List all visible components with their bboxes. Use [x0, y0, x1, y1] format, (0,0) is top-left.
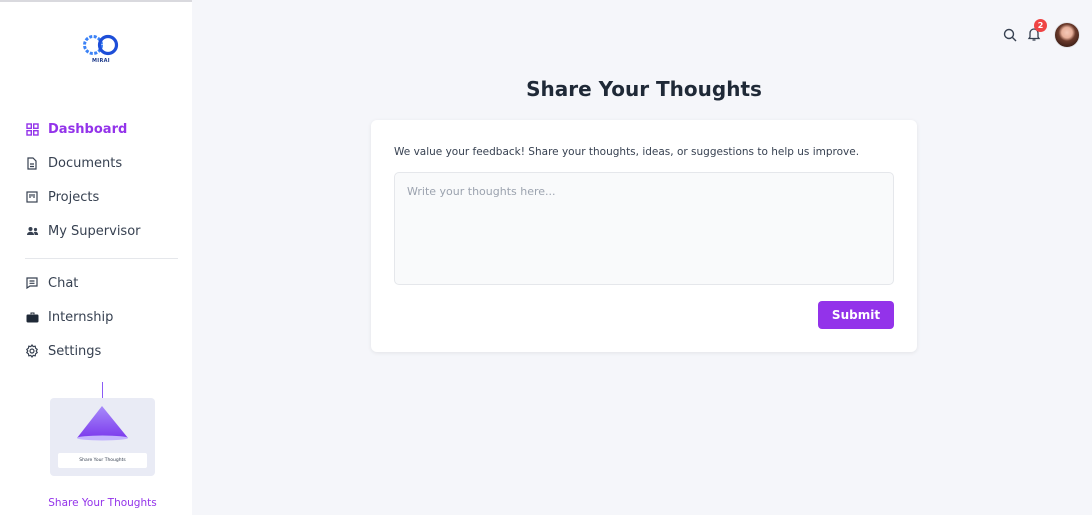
brand-logo[interactable]: MIRAI: [80, 34, 122, 66]
grid-icon: [25, 122, 39, 136]
document-icon: [25, 156, 39, 170]
sidebar-item-documents[interactable]: Documents: [0, 146, 192, 180]
sidebar-item-label: Projects: [48, 189, 100, 205]
sidebar-item-chat[interactable]: Chat: [0, 266, 192, 300]
app-root: MIRAI Dashboard Documents Projects My Su…: [0, 0, 1092, 515]
lamp-icon: [77, 406, 128, 441]
users-icon: [25, 224, 39, 238]
sidebar: MIRAI Dashboard Documents Projects My Su…: [0, 0, 192, 515]
sidebar-nav-secondary: Chat Internship Settings: [0, 266, 192, 368]
sidebar-item-projects[interactable]: Projects: [0, 180, 192, 214]
sidebar-item-label: Dashboard: [48, 121, 128, 137]
sidebar-item-my-supervisor[interactable]: My Supervisor: [0, 214, 192, 248]
logo-text: MIRAI: [92, 58, 110, 64]
chat-icon: [25, 276, 39, 290]
sidebar-item-dashboard[interactable]: Dashboard: [0, 112, 192, 146]
page-title: Share Your Thoughts: [526, 77, 762, 101]
thoughts-input[interactable]: [394, 172, 894, 285]
submit-button[interactable]: Submit: [818, 301, 894, 329]
share-thoughts-link[interactable]: Share Your Thoughts: [0, 497, 205, 509]
sidebar-divider: [25, 258, 178, 259]
sidebar-item-label: Internship: [48, 309, 114, 325]
promo-card[interactable]: Share Your Thoughts: [50, 398, 155, 476]
sidebar-nav-primary: Dashboard Documents Projects My Supervis…: [0, 112, 192, 248]
settings-icon: [25, 344, 39, 358]
feedback-card: We value your feedback! Share your thoug…: [371, 120, 917, 352]
sidebar-item-label: My Supervisor: [48, 223, 141, 239]
notification-badge: 2: [1034, 19, 1047, 32]
search-icon[interactable]: [1002, 27, 1018, 43]
notifications-button[interactable]: 2: [1026, 19, 1047, 44]
sidebar-item-label: Settings: [48, 343, 102, 359]
briefcase-icon: [25, 310, 39, 324]
feedback-description: We value your feedback! Share your thoug…: [394, 146, 860, 158]
kanban-icon: [25, 190, 39, 204]
sidebar-item-settings[interactable]: Settings: [0, 334, 192, 368]
sidebar-item-label: Chat: [48, 275, 79, 291]
topbar-actions: 2: [1002, 19, 1080, 50]
sidebar-item-internship[interactable]: Internship: [0, 300, 192, 334]
promo-card-label: Share Your Thoughts: [58, 453, 147, 468]
sidebar-item-label: Documents: [48, 155, 123, 171]
logo-icon: [83, 34, 119, 56]
avatar[interactable]: [1054, 22, 1080, 48]
